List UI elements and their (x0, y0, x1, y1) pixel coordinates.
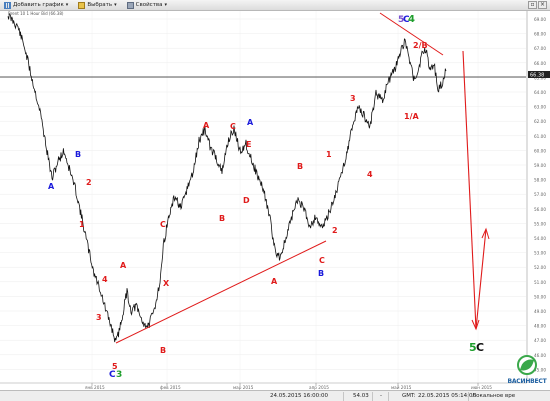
wave-label: C (476, 341, 484, 354)
wave-label: C (109, 370, 116, 380)
y-tick-label: 55.00 (534, 221, 546, 226)
wave-label: B (75, 150, 81, 159)
trendline-bottom (115, 240, 327, 344)
wave-label: C (160, 220, 166, 229)
status-divider (343, 392, 344, 401)
wave-label: 1 (326, 150, 332, 159)
y-tick-label: 58.00 (534, 178, 546, 183)
add-chart-button[interactable]: Добавить график ▾ (2, 1, 70, 10)
y-tick-label: 69.00 (534, 17, 546, 22)
wave-label: A (48, 182, 55, 191)
y-tick-label: 67.00 (534, 46, 546, 51)
time-axis: янв 2015 фев 2015 мар 2015 апр 2015 май 2015… (0, 382, 527, 390)
y-tick-label: 63.00 (534, 105, 546, 110)
status-local-label: Локальное вре (472, 393, 516, 399)
status-gmt-label: GMT: (402, 393, 416, 399)
add-chart-label: Добавить график (13, 2, 64, 8)
wave-label: C (319, 256, 325, 265)
y-tick-label: 48.00 (534, 324, 546, 329)
forecast-down-arrow (462, 50, 477, 330)
status-bar: 24.05.2015 16:00:00 54.03 - GMT: 22.05.2… (0, 390, 550, 401)
y-tick-label: 59.00 (534, 163, 546, 168)
wave-label: D (243, 196, 250, 205)
wave-label: A (247, 118, 254, 127)
wave-label: A (271, 277, 278, 286)
chevron-down-icon: ▾ (65, 2, 69, 8)
price-chart[interactable]: 69.0068.0067.0066.0065.0064.0063.0062.00… (0, 11, 550, 390)
select-label: Выбрать (87, 2, 113, 8)
wave-label: X (163, 279, 170, 288)
add-chart-icon (4, 1, 11, 9)
y-tick-label: 47.00 (534, 338, 546, 343)
chart-grid (0, 11, 526, 383)
y-tick-label: 66.00 (534, 61, 546, 66)
y-tick-label: 68.00 (534, 32, 546, 37)
y-tick-label: 57.00 (534, 192, 546, 197)
y-tick-label: 61.00 (534, 134, 546, 139)
wave-label: B (318, 269, 324, 278)
properties-label: Свойства (135, 2, 163, 8)
y-tick-label: 54.00 (534, 236, 546, 241)
wave-label: A (203, 121, 210, 130)
y-tick-label: 62.00 (534, 119, 546, 124)
wave-label: 2 (86, 178, 92, 187)
status-divider (388, 392, 389, 401)
wave-label: 1/A (404, 112, 419, 121)
window-controls: ▫ × (527, 1, 547, 9)
chevron-down-icon: ▾ (164, 2, 168, 8)
wave-label: E (246, 140, 251, 149)
toolbar: Добавить график ▾ Выбрать ▾ Свойства ▾ ▫… (0, 0, 550, 11)
properties-icon (126, 1, 134, 9)
wave-label: 1 (79, 220, 85, 229)
logo-text: ВАСИНВЕСТ (507, 378, 547, 385)
wave-label: B (219, 214, 225, 223)
wave-label: 3 (350, 94, 356, 103)
wave-label: C (230, 122, 236, 131)
wave-label: 2/B (413, 41, 428, 50)
chart-canvas[interactable]: 69.0068.0067.0066.0065.0064.0063.0062.00… (0, 11, 550, 390)
status-divider (372, 392, 373, 401)
wave-label: B (297, 162, 303, 171)
status-value: 54.03 (353, 393, 369, 399)
cursor-icon (78, 1, 86, 9)
y-tick-label: 50.00 (534, 294, 546, 299)
restore-icon[interactable]: ▫ (528, 1, 537, 9)
wave-label: 3 (96, 313, 102, 322)
chart-header: Brent 10 1 Hour Bid (66.38) (8, 11, 64, 16)
status-time: 24.05.2015 16:00:00 (270, 393, 328, 399)
status-value2: - (380, 393, 382, 399)
wave-label: 3 (116, 370, 122, 380)
wave-label: A (120, 261, 127, 270)
status-divider (468, 392, 469, 401)
y-tick-label: 56.00 (534, 207, 546, 212)
price-axis: 69.0068.0067.0066.0065.0064.0063.0062.00… (526, 11, 546, 383)
y-tick-label: 64.00 (534, 90, 546, 95)
wave-label: 4 (102, 275, 108, 284)
price-tag: 66.38 (530, 73, 544, 79)
y-tick-label: 60.00 (534, 148, 546, 153)
wave-label: 4 (408, 14, 415, 25)
y-tick-label: 53.00 (534, 251, 546, 256)
forecast-up-arrow (475, 228, 487, 330)
wave-label: 4 (367, 170, 373, 179)
close-icon[interactable]: × (538, 1, 547, 9)
y-tick-label: 51.00 (534, 280, 546, 285)
wave-label: B (160, 346, 166, 355)
select-button[interactable]: Выбрать ▾ (76, 1, 118, 10)
properties-button[interactable]: Свойства ▾ (125, 1, 169, 10)
y-tick-label: 52.00 (534, 265, 546, 270)
wave-label: 2 (332, 226, 338, 235)
y-tick-label: 49.00 (534, 309, 546, 314)
chevron-down-icon: ▾ (114, 2, 117, 8)
